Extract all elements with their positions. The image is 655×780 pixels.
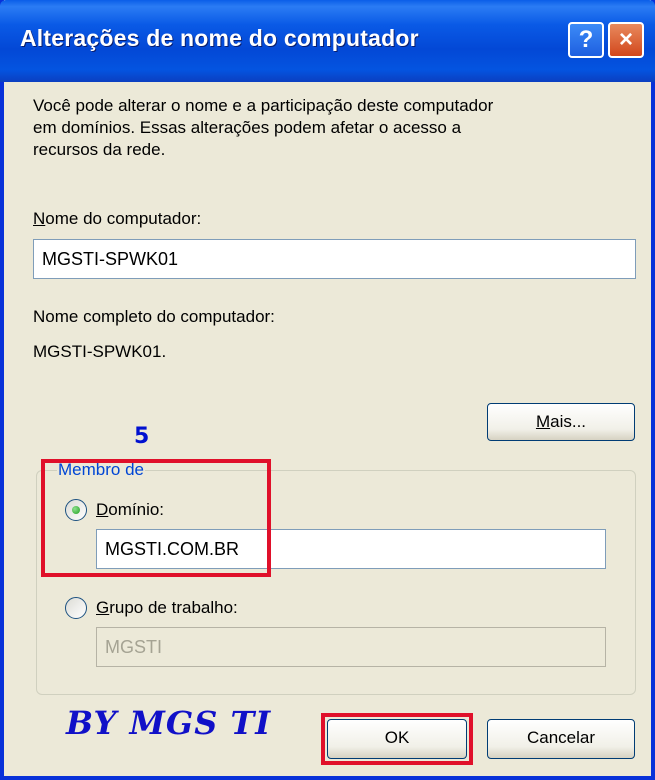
description-line-3: recursos da rede. [33, 140, 166, 159]
dialog-title: Alterações de nome do computador [20, 25, 419, 51]
domain-accelerator: D [96, 500, 109, 519]
watermark-text: BY MGS TI [66, 704, 272, 742]
cancel-button[interactable]: Cancelar [487, 719, 635, 759]
domain-radio[interactable] [65, 499, 87, 521]
description-line-1: Você pode alterar o nome e a participaçã… [33, 96, 494, 115]
domain-label-text: omínio: [108, 500, 165, 519]
help-button[interactable]: ? [568, 22, 604, 58]
workgroup-label: Grupo de trabalho: [96, 597, 238, 619]
domain-input[interactable]: MGSTI.COM.BR [96, 529, 606, 569]
computer-name-accelerator: N [33, 209, 46, 228]
close-button[interactable]: × [608, 22, 644, 58]
workgroup-accelerator: G [96, 598, 110, 617]
more-label: ais... [550, 412, 587, 431]
ok-button[interactable]: OK [327, 719, 467, 759]
more-accelerator: M [535, 412, 551, 431]
workgroup-input[interactable]: MGSTI [96, 627, 606, 667]
member-of-label: Membro de [57, 459, 145, 481]
title-bar[interactable]: Alterações de nome do computador ? × [0, 0, 655, 82]
computer-name-label-text: ome do computador: [45, 209, 202, 228]
full-name-label: Nome completo do computador: [33, 307, 275, 326]
step-number-annotation: 5 [134, 424, 150, 449]
workgroup-label-text: rupo de trabalho: [109, 598, 238, 617]
radio-selected-dot [72, 506, 80, 514]
description-text: Você pode alterar o nome e a participaçã… [33, 95, 623, 161]
description-line-2: em domínios. Essas alterações podem afet… [33, 118, 462, 137]
full-name-value: MGSTI-SPWK01. [33, 342, 167, 361]
workgroup-radio[interactable] [65, 597, 87, 619]
computer-name-input[interactable]: MGSTI-SPWK01 [33, 239, 636, 279]
computer-name-label: Nome do computador: [33, 208, 201, 230]
domain-label: Domínio: [96, 499, 164, 521]
more-button[interactable]: Mais... [487, 403, 635, 441]
